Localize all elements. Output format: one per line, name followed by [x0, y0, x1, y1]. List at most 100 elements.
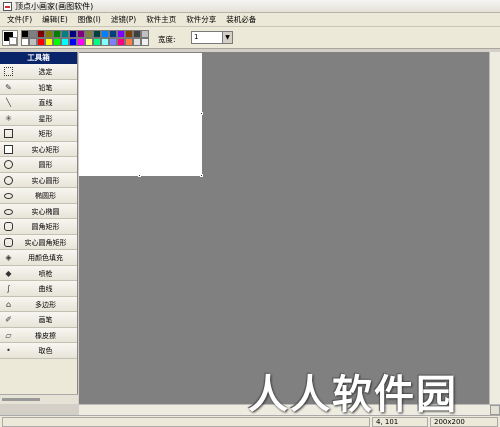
tool-picker[interactable]: • 取色: [0, 343, 77, 359]
tool-brush[interactable]: ✐ 画笔: [0, 312, 77, 328]
color-swatch[interactable]: [117, 30, 125, 38]
color-swatch[interactable]: [101, 30, 109, 38]
airbrush-icon: ◆: [5, 268, 12, 278]
tool-label: 橡皮擦: [35, 331, 56, 340]
resize-handle-right[interactable]: [200, 112, 203, 115]
color-swatch[interactable]: [61, 30, 69, 38]
tool-label: 直线: [38, 99, 53, 107]
menu-homepage[interactable]: 软件主页: [141, 14, 181, 25]
tool-label: 实心矩形: [31, 145, 60, 154]
color-swatch[interactable]: [101, 38, 109, 46]
color-swatch[interactable]: [45, 30, 53, 38]
color-swatch[interactable]: [117, 38, 125, 46]
width-label: 宽度:: [158, 35, 176, 44]
toolbox-scrollbar[interactable]: [0, 394, 78, 404]
color-swatch[interactable]: [69, 38, 77, 46]
tool-circle[interactable]: 圆形: [0, 157, 77, 173]
color-swatch[interactable]: [133, 30, 141, 38]
tool-rounded-rectangle[interactable]: 圆角矩形: [0, 219, 77, 235]
width-select[interactable]: 1 ▼: [191, 31, 233, 44]
filled-rounded-rectangle-icon: [4, 237, 13, 247]
toolbox-header: 工具箱: [0, 52, 77, 64]
tool-line[interactable]: ╲ 直线: [0, 95, 77, 111]
menu-image[interactable]: 图像(I): [73, 14, 106, 25]
color-swatch[interactable]: [109, 30, 117, 38]
color-swatch[interactable]: [93, 38, 101, 46]
color-swatch[interactable]: [141, 30, 149, 38]
color-swatch[interactable]: [141, 38, 149, 46]
tool-ellipse[interactable]: 椭圆形: [0, 188, 77, 204]
color-swatch[interactable]: [125, 30, 133, 38]
color-swatch[interactable]: [93, 30, 101, 38]
color-swatch[interactable]: [133, 38, 141, 46]
color-swatch[interactable]: [61, 38, 69, 46]
color-swatch[interactable]: [109, 38, 117, 46]
tool-label: 实心椭圆: [31, 207, 60, 216]
tool-polygon[interactable]: ⌂ 多边形: [0, 296, 77, 312]
tool-label: 取色: [38, 347, 53, 355]
tool-fill-bucket[interactable]: ◈ 用颜色填充: [0, 250, 77, 266]
tool-filled-rectangle[interactable]: 实心矩形: [0, 141, 77, 157]
watermark: 人人软件园: [248, 372, 458, 418]
vertical-scrollbar[interactable]: [489, 52, 500, 404]
color-swatch[interactable]: [21, 30, 29, 38]
resize-handle-bottom[interactable]: [138, 174, 141, 177]
tool-filled-ellipse[interactable]: 实心椭圆: [0, 203, 77, 219]
menu-file[interactable]: 文件(F): [2, 14, 37, 25]
chevron-down-icon[interactable]: ▼: [222, 32, 232, 43]
drawing-canvas[interactable]: [79, 53, 202, 176]
color-swatch[interactable]: [37, 30, 45, 38]
pencil-icon: ✎: [5, 82, 12, 92]
polygon-icon: ⌂: [5, 299, 12, 309]
color-swatch[interactable]: [53, 38, 61, 46]
color-swatch[interactable]: [29, 38, 37, 46]
tool-filled-rounded-rectangle[interactable]: 实心圆角矩形: [0, 234, 77, 250]
filled-ellipse-icon: [4, 208, 13, 215]
color-swatch[interactable]: [53, 30, 61, 38]
tool-label: 用颜色填充: [28, 254, 63, 262]
tool-dotted-rectangle[interactable]: 选定: [0, 64, 77, 80]
resize-handle-corner[interactable]: [200, 174, 203, 177]
picker-icon: •: [6, 346, 11, 355]
color-swatch[interactable]: [29, 30, 37, 38]
tool-label: 曲线: [38, 285, 53, 293]
current-color-indicator[interactable]: [2, 30, 18, 46]
color-swatch[interactable]: [45, 38, 53, 46]
brush-icon: ✐: [5, 315, 12, 324]
circle-icon: [4, 160, 13, 169]
fill-bucket-icon: ◈: [5, 253, 12, 262]
tool-label: 圆形: [38, 161, 53, 169]
tool-star[interactable]: ✳ 星形: [0, 110, 77, 126]
color-swatch[interactable]: [37, 38, 45, 46]
tool-label: 矩形: [38, 130, 53, 138]
tool-filled-circle[interactable]: 实心圆形: [0, 172, 77, 188]
filled-circle-icon: [4, 175, 13, 185]
menu-edit[interactable]: 编辑(E): [37, 14, 73, 25]
color-swatch[interactable]: [77, 30, 85, 38]
color-swatch[interactable]: [85, 38, 93, 46]
menu-share[interactable]: 软件分享: [181, 14, 221, 25]
menu-essentials[interactable]: 装机必备: [221, 14, 261, 25]
color-swatch[interactable]: [21, 38, 29, 46]
rounded-rectangle-icon: [4, 222, 13, 231]
tool-curve[interactable]: ∫ 曲线: [0, 281, 77, 297]
tool-label: 多边形: [35, 300, 56, 309]
color-swatch[interactable]: [69, 30, 77, 38]
width-value: 1: [194, 33, 199, 41]
eraser-icon: ▱: [5, 330, 12, 340]
menu-filter[interactable]: 滤镜(P): [106, 14, 141, 25]
app-icon: [3, 1, 12, 11]
ellipse-icon: [4, 193, 13, 199]
color-swatch[interactable]: [77, 38, 85, 46]
tool-label: 椭圆形: [35, 192, 56, 200]
star-icon: ✳: [5, 113, 12, 123]
tool-rectangle[interactable]: 矩形: [0, 126, 77, 142]
tool-airbrush[interactable]: ◆ 喷枪: [0, 265, 77, 281]
color-swatch[interactable]: [85, 30, 93, 38]
line-icon: ╲: [6, 98, 11, 107]
color-swatch[interactable]: [125, 38, 133, 46]
title-bar: 顶点小画家(画图软件): [0, 0, 500, 13]
tool-pencil[interactable]: ✎ 铅笔: [0, 79, 77, 95]
toolbox-scroll-thumb[interactable]: [2, 398, 40, 401]
tool-eraser[interactable]: ▱ 橡皮擦: [0, 327, 77, 343]
